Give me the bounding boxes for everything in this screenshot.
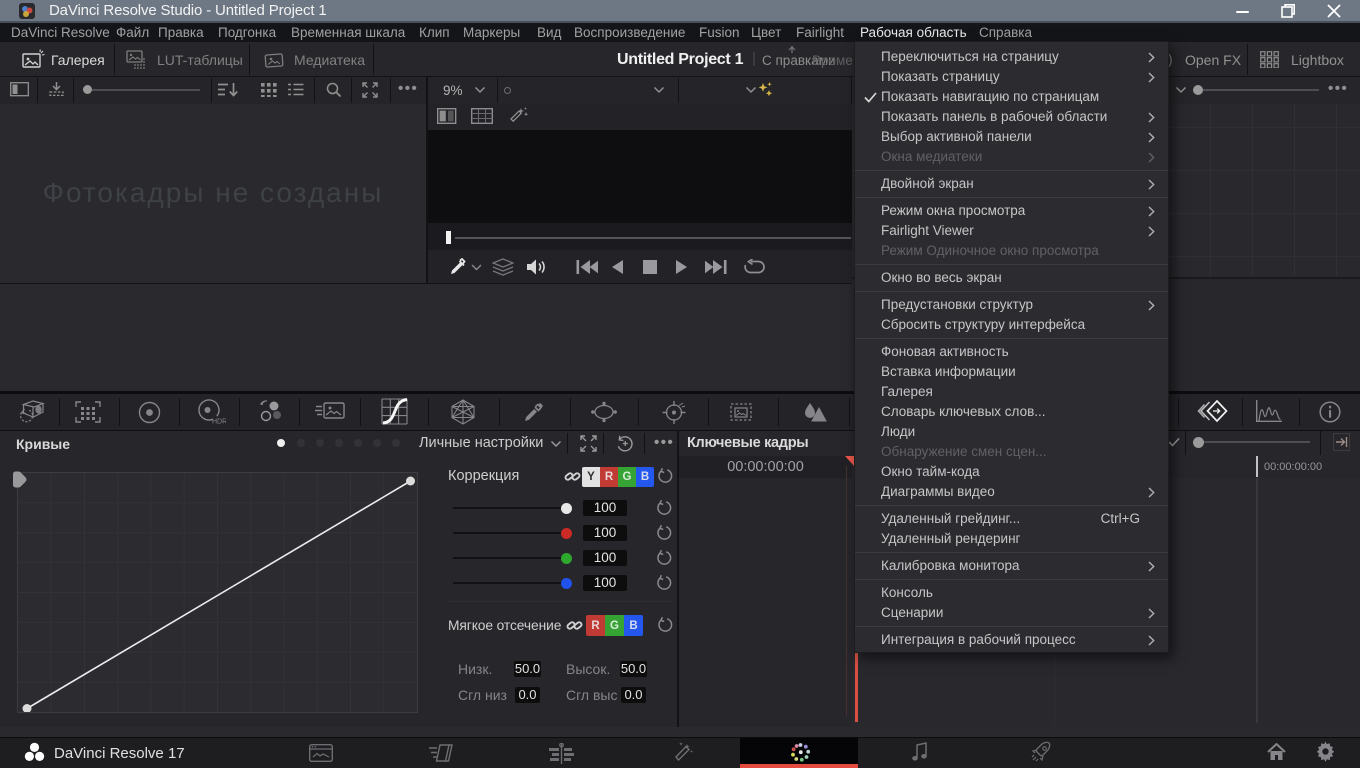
- svg-text:HDR: HDR: [212, 419, 226, 426]
